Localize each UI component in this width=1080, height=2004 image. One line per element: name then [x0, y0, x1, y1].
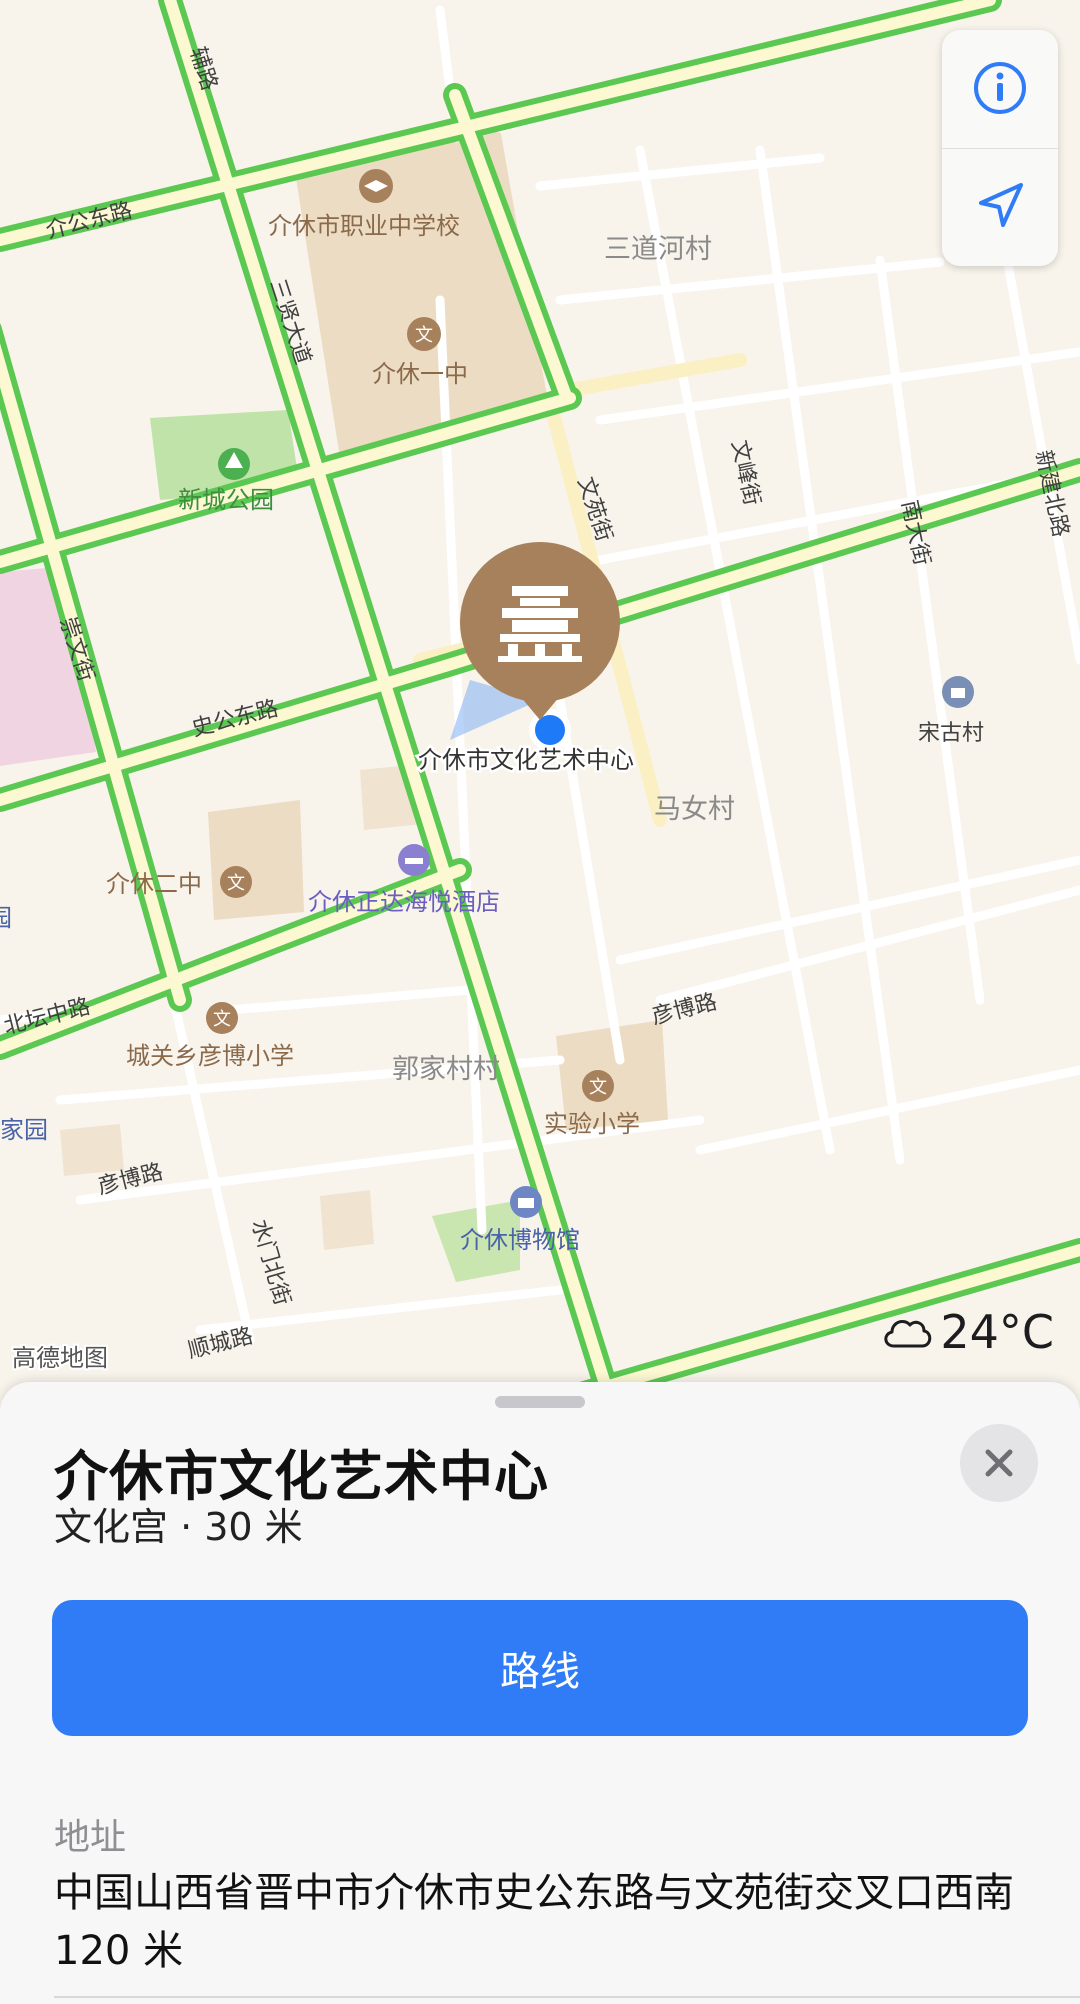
label-bowuguan: 介休博物馆	[460, 1226, 580, 1254]
label-jiexiu-yizhong: 介休一中	[372, 360, 468, 388]
location-arrow-icon	[979, 183, 1023, 227]
culture-icon: 文	[407, 317, 441, 351]
divider	[54, 1996, 1080, 1998]
park-icon	[218, 448, 250, 480]
school-icon-2: 文	[220, 866, 252, 898]
label-chengguan-xiaoxue: 城关乡彦博小学	[126, 1042, 294, 1070]
block-4	[60, 1124, 124, 1176]
label-manv-cun: 马女村	[654, 794, 735, 825]
weather-badge: 24°C	[880, 1302, 1054, 1362]
label-sandaohe-cun: 三道河村	[604, 234, 712, 265]
label-guojia-cun: 郭家村村	[392, 1054, 500, 1085]
hotel-icon	[398, 844, 430, 876]
label-jiexiu-erzhong: 介休二中	[106, 870, 202, 898]
sheet-grabber[interactable]	[495, 1396, 585, 1408]
label-edge-left: 园	[0, 904, 12, 932]
address-text: 中国山西省晋中市介休市史公东路与文苑街交叉口西南 120 米	[54, 1870, 1014, 1974]
map-view[interactable]: 文 文 文 文 辅路 介公东路 三贤大道 文苑街 文峰街 南大街 新建北路 崇文…	[0, 0, 1080, 1400]
svg-text:文: 文	[415, 325, 433, 346]
label-songgu-cun: 宋古村	[918, 721, 984, 746]
school-block-2	[208, 800, 304, 920]
svg-text:文: 文	[227, 873, 245, 894]
label-zhiye-zhongxue: 介休市职业中学校	[268, 212, 460, 240]
place-card: 介休市文化艺术中心 文化宫 · 30 米 路线 地址 中国山西省晋中市介休市史公…	[0, 1382, 1080, 2004]
school-icon-4: 文	[582, 1070, 614, 1102]
temperature: 24°C	[940, 1305, 1054, 1359]
map-attribution: 高德地图	[12, 1344, 108, 1372]
block-5	[320, 1190, 374, 1250]
cloud-icon	[884, 1320, 932, 1348]
school-icon-3: 文	[206, 1002, 238, 1034]
place-subtitle: 文化宫 · 30 米	[54, 1505, 303, 1549]
village-icon	[942, 676, 974, 708]
locate-button[interactable]	[942, 148, 1058, 264]
route-button[interactable]: 路线	[52, 1600, 1028, 1736]
label-zhengda-hotel: 介休正达海悦酒店	[308, 888, 500, 916]
address-label: 地址	[54, 1817, 127, 1858]
label-xincheng-gongyuan: 新城公园	[178, 486, 274, 514]
info-button[interactable]	[942, 30, 1058, 146]
school-icon	[359, 169, 393, 203]
label-jiayuan: 家园	[0, 1116, 48, 1144]
close-button[interactable]	[960, 1424, 1038, 1502]
svg-text:文: 文	[589, 1077, 607, 1098]
close-icon	[985, 1449, 1013, 1477]
label-shiyan-xiaoxue: 实验小学	[544, 1110, 640, 1138]
info-icon	[974, 62, 1026, 114]
label-selected-place: 介休市文化艺术中心	[418, 746, 634, 774]
map-controls	[942, 30, 1058, 266]
svg-text:文: 文	[213, 1009, 231, 1030]
museum-icon	[510, 1186, 542, 1218]
